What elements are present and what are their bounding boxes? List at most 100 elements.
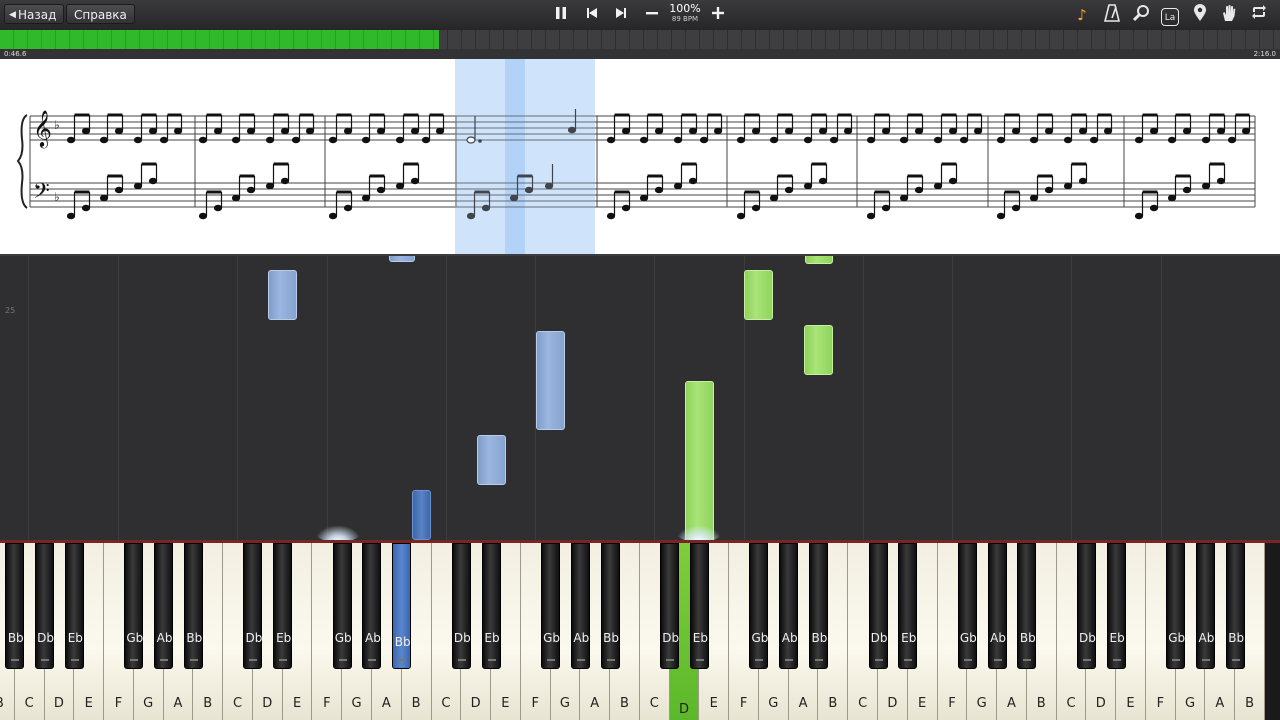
key-label: Ab <box>573 631 590 645</box>
black-key[interactable]: Eb <box>64 543 84 669</box>
total-time: 2:16.0 <box>1253 50 1276 58</box>
black-key[interactable]: Bb <box>1225 543 1245 669</box>
key-label: Bb <box>1228 631 1245 645</box>
falling-note <box>804 325 833 375</box>
current-time: 0:46.6 <box>4 50 27 58</box>
black-key[interactable]: Db <box>35 543 55 669</box>
hand-icon[interactable] <box>1218 4 1240 26</box>
black-key[interactable]: Gb <box>1166 543 1186 669</box>
black-key[interactable]: Gb <box>957 543 977 669</box>
key-label: B <box>828 696 838 711</box>
magnifier-icon[interactable] <box>1130 4 1152 26</box>
metronome-icon[interactable] <box>1101 4 1123 26</box>
black-key[interactable]: Db <box>660 543 680 669</box>
black-key[interactable]: Eb <box>273 543 293 669</box>
key-label: D <box>262 696 273 711</box>
key-label: F <box>114 696 123 711</box>
measure-number: 25 <box>5 306 16 315</box>
key-label: A <box>1215 696 1225 711</box>
black-key[interactable]: Bb <box>600 543 620 669</box>
skip-forward-icon <box>616 8 626 18</box>
key-label: B <box>1245 696 1255 711</box>
back-label: Назад <box>18 8 57 22</box>
black-key[interactable]: Gb <box>541 543 561 669</box>
black-key[interactable]: Bb <box>183 543 203 669</box>
key-label: F <box>531 696 539 711</box>
help-button[interactable]: Справка <box>66 4 135 24</box>
black-key[interactable]: Ab <box>1195 543 1215 669</box>
speed-percent: 100% <box>669 2 701 15</box>
black-key[interactable]: Gb <box>124 543 144 669</box>
skip-back-icon <box>587 8 597 18</box>
minus-icon <box>646 12 658 15</box>
speed-display: 100% 89 BPM <box>666 3 704 24</box>
black-key[interactable]: Bb <box>808 543 828 669</box>
key-label: E <box>709 696 718 711</box>
key-label: G <box>143 696 154 711</box>
loop-icon[interactable] <box>1248 4 1270 26</box>
progress-played <box>0 30 440 49</box>
key-label: A <box>798 696 808 711</box>
black-key[interactable]: Db <box>1076 543 1096 669</box>
black-key[interactable]: Db <box>451 543 471 669</box>
key-label: Gb <box>751 631 769 645</box>
key-label: F <box>948 696 956 711</box>
key-label: D <box>1095 696 1106 711</box>
black-key[interactable]: Bb <box>392 543 412 669</box>
skip-forward-button[interactable] <box>610 5 632 25</box>
black-key[interactable]: Eb <box>898 543 918 669</box>
song-progress-bar[interactable]: 0:46.6 2:16.0 <box>0 30 1280 59</box>
help-label: Справка <box>74 8 127 22</box>
key-label: E <box>918 696 927 711</box>
black-key[interactable]: Ab <box>779 543 799 669</box>
falling-note <box>805 256 833 264</box>
black-key[interactable]: Bb <box>1017 543 1037 669</box>
falling-note <box>536 331 565 430</box>
black-key[interactable]: Ab <box>570 543 590 669</box>
pause-button[interactable] <box>550 5 572 25</box>
key-label: F <box>739 696 748 711</box>
key-label: F <box>323 696 331 711</box>
location-pin-icon[interactable] <box>1189 4 1211 26</box>
key-label: D <box>679 702 690 717</box>
black-key[interactable]: Ab <box>987 543 1007 669</box>
pause-icon <box>556 7 566 19</box>
key-label: Db <box>453 631 471 645</box>
note-icon[interactable]: ♪ <box>1071 4 1093 26</box>
key-label: B <box>620 696 629 711</box>
key-label: B <box>0 696 14 711</box>
black-key[interactable]: Eb <box>481 543 501 669</box>
faster-button[interactable] <box>707 5 729 25</box>
key-label: E <box>501 696 510 711</box>
key-label: Eb <box>67 631 83 645</box>
key-label: Db <box>1078 631 1096 645</box>
back-button[interactable]: ◀ Назад <box>4 4 65 24</box>
sheet-music[interactable]: 𝄞 𝄢 ♭ ♭ <box>0 59 1280 254</box>
key-label: Gb <box>334 631 352 645</box>
black-key[interactable]: Ab <box>154 543 174 669</box>
black-key[interactable]: Db <box>243 543 263 669</box>
tempo-bpm: 89 BPM <box>671 15 699 23</box>
slower-button[interactable] <box>641 5 663 25</box>
skip-back-button[interactable] <box>581 5 603 25</box>
black-key[interactable]: Gb <box>332 543 352 669</box>
key-label: Ab <box>781 631 798 645</box>
key-label: B <box>1036 696 1046 711</box>
black-key[interactable]: Bb <box>5 543 25 669</box>
key-label: Ab <box>1198 631 1215 645</box>
black-key[interactable]: Eb <box>1106 543 1126 669</box>
key-label: Eb <box>692 631 708 645</box>
piano-keyboard[interactable]: BCDEFGABCDEFGABCDEFGABCDEFGABCDEFGABCDEF… <box>0 540 1280 720</box>
black-key[interactable]: Db <box>868 543 888 669</box>
note-label-button[interactable]: La <box>1159 4 1181 26</box>
black-key[interactable]: Eb <box>689 543 709 669</box>
key-label: Bb <box>603 631 620 645</box>
black-key[interactable]: Ab <box>362 543 382 669</box>
black-key[interactable]: Gb <box>749 543 769 669</box>
key-label: Ab <box>365 631 381 645</box>
key-label: Db <box>37 631 54 645</box>
key-hit-spark <box>677 526 721 540</box>
svg-text:♭: ♭ <box>54 190 60 204</box>
key-label: B <box>411 696 421 711</box>
svg-text:♭: ♭ <box>54 118 60 132</box>
